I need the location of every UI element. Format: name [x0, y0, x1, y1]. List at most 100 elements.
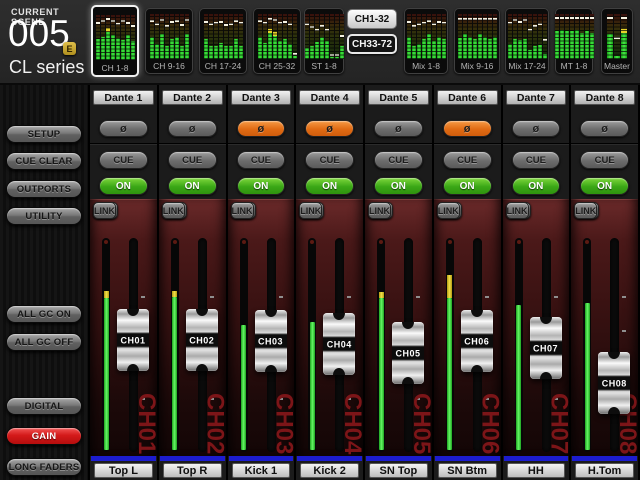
on-button[interactable]: ON — [237, 177, 286, 195]
meter-block-ch-1-8[interactable]: CH 1-8 — [91, 5, 139, 77]
cue-button[interactable]: CUE — [99, 151, 148, 169]
fader-scale-tick — [622, 296, 626, 298]
utility-button[interactable]: UTILITY — [6, 207, 82, 225]
meter-bar — [427, 14, 431, 59]
meter-bar — [585, 14, 589, 59]
meter-block-label: ST 1-8 — [305, 61, 343, 71]
meter-block-mix-1-8[interactable]: Mix 1-8 — [404, 8, 448, 74]
cue-button[interactable]: CUE — [374, 151, 423, 169]
digital-button[interactable]: DIGITAL — [6, 397, 82, 415]
cue-button[interactable]: CUE — [443, 151, 492, 169]
meter-bar — [239, 14, 243, 59]
meter-bars — [602, 14, 632, 59]
link-button[interactable]: LINK — [506, 202, 529, 219]
bank-button-ch33-72[interactable]: CH33-72 — [347, 34, 397, 54]
meter-bar — [175, 14, 179, 59]
meter-bar — [150, 14, 154, 59]
channel-number-label: CH05 — [409, 393, 433, 454]
cue-button[interactable]: CUE — [305, 151, 354, 169]
phase-button[interactable]: ø — [443, 120, 492, 137]
meter-block-mt-1-8[interactable]: MT 1-8 — [555, 8, 593, 74]
fader-cap[interactable]: CH02 — [186, 309, 218, 371]
phase-button[interactable]: ø — [512, 120, 561, 137]
link-button[interactable]: LINK — [231, 202, 254, 219]
meter-bar — [204, 14, 208, 59]
link-button[interactable]: LINK — [299, 202, 322, 219]
setup-button[interactable]: SETUP — [6, 125, 82, 143]
phase-button[interactable]: ø — [99, 120, 148, 137]
cue-clear-button[interactable]: CUE CLEAR — [6, 152, 82, 170]
port-name-label: Dante 3 — [231, 90, 292, 105]
on-button[interactable]: ON — [374, 177, 423, 195]
fader-cap[interactable]: CH04 — [323, 313, 355, 375]
on-button[interactable]: ON — [305, 177, 354, 195]
outports-button[interactable]: OUTPORTS — [6, 180, 82, 198]
meter-bar — [180, 14, 184, 59]
bank-button-ch1-32[interactable]: CH1-32 — [347, 9, 397, 29]
meter-bar — [283, 14, 287, 59]
phase-button[interactable]: ø — [374, 120, 423, 137]
fader-cap[interactable]: CH01 — [117, 309, 149, 371]
cue-button[interactable]: CUE — [237, 151, 286, 169]
meter-bar — [437, 14, 441, 59]
meter-over-led — [310, 240, 314, 244]
fader-cap[interactable]: CH05 — [392, 322, 424, 384]
meter-bar — [528, 14, 532, 59]
fader-scale-tick — [279, 296, 283, 298]
channel-number-label: CH03 — [271, 393, 295, 454]
phase-button[interactable]: ø — [580, 120, 629, 137]
link-button[interactable]: LINK — [162, 202, 185, 219]
meter-bar — [463, 14, 467, 59]
meter-block-master[interactable]: Master — [601, 8, 633, 74]
cue-button[interactable]: CUE — [168, 151, 217, 169]
meter-bar — [209, 14, 213, 59]
on-button[interactable]: ON — [99, 177, 148, 195]
all-gc-on-button[interactable]: ALL GC ON — [6, 305, 82, 323]
meter-bar — [165, 14, 169, 59]
meter-green-fill — [241, 325, 246, 450]
meter-block-label: CH 25-32 — [254, 61, 300, 71]
cue-button[interactable]: CUE — [580, 151, 629, 169]
meter-green-fill — [379, 298, 384, 450]
all-gc-off-button[interactable]: ALL GC OFF — [6, 333, 82, 351]
meter-block-mix-17-24[interactable]: Mix 17-24 — [505, 8, 549, 74]
phase-button[interactable]: ø — [305, 120, 354, 137]
meter-block-mix-9-16[interactable]: Mix 9-16 — [454, 8, 500, 74]
gain-button[interactable]: GAIN — [6, 427, 82, 445]
on-button[interactable]: ON — [580, 177, 629, 195]
meter-bar — [442, 14, 446, 59]
meter-block-ch-25-32[interactable]: CH 25-32 — [253, 8, 301, 74]
link-button[interactable]: LINK — [574, 202, 597, 219]
fader-scale-tick — [622, 330, 626, 332]
meter-block-ch-17-24[interactable]: CH 17-24 — [199, 8, 247, 74]
phase-button[interactable]: ø — [168, 120, 217, 137]
meter-bar — [278, 14, 282, 59]
section-divider — [228, 143, 295, 144]
link-button[interactable]: LINK — [93, 202, 116, 219]
on-button[interactable]: ON — [168, 177, 217, 195]
channel-number-label: CH07 — [546, 393, 570, 454]
section-divider — [571, 143, 638, 144]
fader-cap-label: CH02 — [186, 333, 218, 348]
fader-cap[interactable]: CH07 — [530, 317, 562, 379]
long-faders-button[interactable]: LONG FADERS — [6, 458, 82, 476]
meter-over-led — [173, 240, 177, 244]
meter-bar — [116, 15, 120, 60]
fader-cap[interactable]: CH06 — [461, 310, 493, 372]
on-button[interactable]: ON — [512, 177, 561, 195]
fader-scale-tick — [554, 296, 558, 298]
fader-cap[interactable]: CH03 — [255, 310, 287, 372]
link-button[interactable]: LINK — [368, 202, 391, 219]
section-divider — [296, 143, 363, 144]
channel-name-label: SN Top — [369, 463, 428, 478]
link-button[interactable]: LINK — [437, 202, 460, 219]
channel-color-bar — [366, 456, 431, 461]
meter-block-ch-9-16[interactable]: CH 9-16 — [145, 8, 193, 74]
fader-scale-tick — [416, 296, 420, 298]
fader-scale-tick — [485, 296, 489, 298]
cue-button[interactable]: CUE — [512, 151, 561, 169]
fader-cap[interactable]: CH08 — [598, 352, 630, 414]
meter-block-st-1-8[interactable]: ST 1-8 — [304, 8, 344, 74]
phase-button[interactable]: ø — [237, 120, 286, 137]
on-button[interactable]: ON — [443, 177, 492, 195]
